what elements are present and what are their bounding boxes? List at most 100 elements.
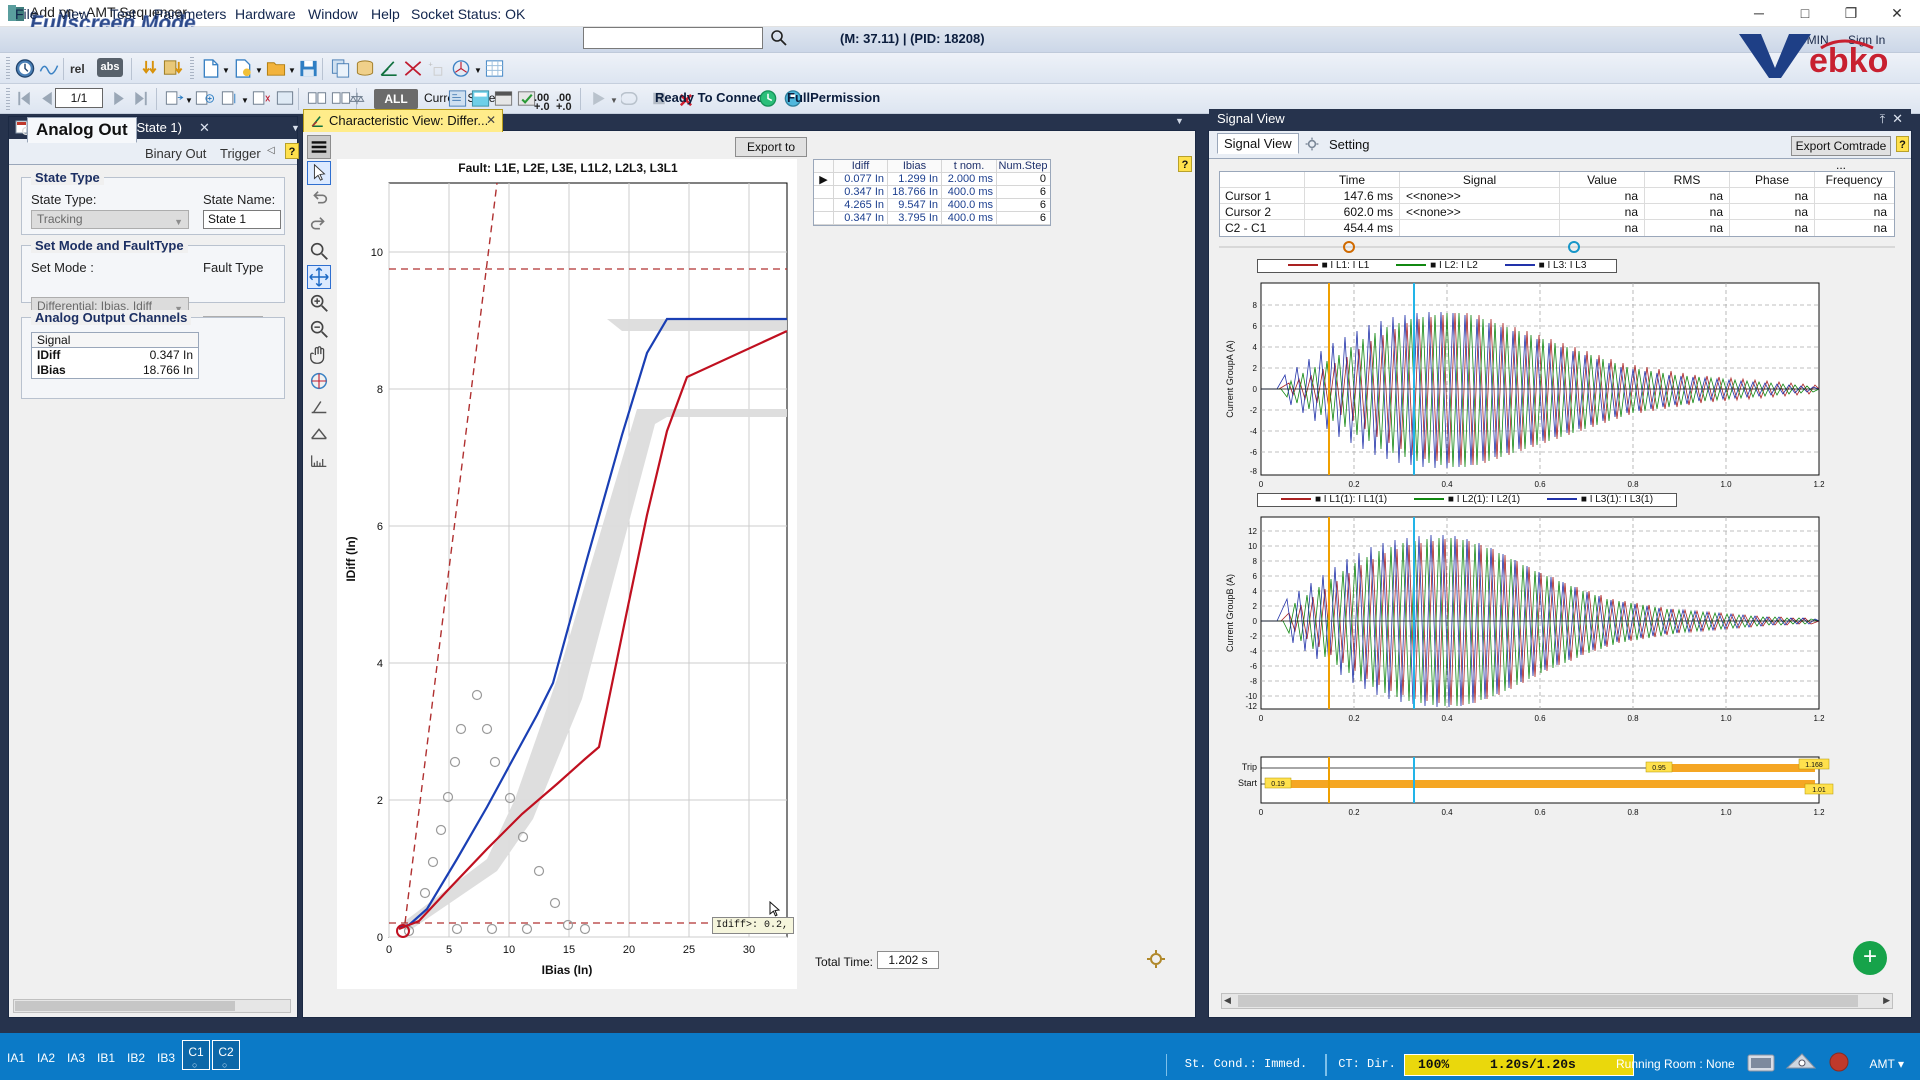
clock-icon[interactable] bbox=[14, 58, 36, 79]
play-icon[interactable] bbox=[587, 88, 609, 109]
list-report-icon[interactable] bbox=[493, 88, 515, 109]
table-row[interactable]: Cursor 1 147.6 ms <<none>> na na na na bbox=[1220, 188, 1894, 204]
toolbar-grip-2[interactable] bbox=[190, 57, 194, 80]
toolbar2-grip[interactable] bbox=[6, 88, 10, 111]
export-comtrade-button[interactable]: Export Comtrade ... bbox=[1791, 136, 1891, 156]
report-icon[interactable] bbox=[447, 88, 469, 109]
move-icon[interactable] bbox=[307, 265, 331, 289]
signal-view-help-badge[interactable]: ? bbox=[1896, 136, 1909, 152]
analog-output-channels-table[interactable]: Signal IDiff 0.347 In IBias 18.766 In bbox=[31, 332, 199, 379]
table-row[interactable]: Cursor 2 602.0 ms <<none>> na na na na bbox=[1220, 204, 1894, 220]
delete-state-icon[interactable] bbox=[250, 88, 272, 109]
state-type-select[interactable]: Tracking ▼ bbox=[31, 210, 189, 229]
duplicate-state-icon[interactable] bbox=[219, 88, 241, 109]
gear-icon-setting[interactable] bbox=[1305, 137, 1319, 151]
last-step-icon[interactable] bbox=[130, 88, 152, 109]
signal-view-close-button[interactable]: ✕ bbox=[1892, 111, 1903, 127]
decimal-decrease-icon-2[interactable]: +.0 bbox=[556, 101, 572, 113]
table-download-icon[interactable] bbox=[162, 58, 184, 79]
characteristic-view-tab[interactable]: Characteristic View: Differ... ✕ bbox=[303, 109, 503, 132]
insert-state-icon[interactable] bbox=[193, 88, 215, 109]
add-remove-icon[interactable]: + bbox=[426, 58, 448, 79]
device-icon[interactable] bbox=[1746, 1050, 1776, 1076]
abs-button[interactable]: abs bbox=[97, 58, 123, 77]
database-icon[interactable] bbox=[354, 58, 376, 79]
marker-icon[interactable] bbox=[307, 395, 331, 419]
save-state-icon[interactable] bbox=[274, 88, 296, 109]
ruler-icon[interactable] bbox=[307, 447, 331, 471]
decimal-decrease-icon[interactable]: +.0 bbox=[534, 101, 550, 113]
tab-binary-out[interactable]: Binary Out bbox=[139, 143, 212, 164]
characteristic-icon[interactable] bbox=[378, 58, 400, 79]
row-selector[interactable] bbox=[814, 199, 834, 211]
row-selector[interactable]: ▶ bbox=[814, 173, 834, 185]
binary-timeline-chart[interactable]: Trip Start 0.95 1.168 0.19 1.01 00.20.4 … bbox=[1219, 753, 1895, 833]
window-minimize-button[interactable]: ─ bbox=[1736, 0, 1782, 27]
menu-test[interactable]: Test bbox=[103, 4, 143, 24]
grid-table-icon[interactable] bbox=[484, 58, 506, 79]
search-icon[interactable] bbox=[770, 29, 788, 47]
characteristic-view-caret[interactable]: ▼ bbox=[1175, 116, 1184, 126]
page-indicator[interactable]: 1/1 bbox=[55, 88, 103, 108]
chevron-down-icon-3[interactable]: ▼ bbox=[288, 66, 296, 75]
export-csv-button[interactable]: Export to CSV bbox=[735, 137, 807, 157]
add-signal-button[interactable]: + bbox=[1853, 941, 1887, 975]
state-name-input[interactable]: State 1 bbox=[203, 210, 281, 229]
first-step-icon[interactable] bbox=[14, 88, 36, 109]
chevron-down-icon[interactable]: ▼ bbox=[222, 66, 230, 75]
new-from-template-icon[interactable] bbox=[232, 58, 254, 79]
pin-icon[interactable]: ⤒ bbox=[1880, 112, 1885, 127]
download-arrow-icon[interactable] bbox=[138, 58, 160, 79]
undo-icon[interactable] bbox=[307, 187, 331, 211]
save-icon[interactable] bbox=[298, 58, 320, 79]
window-close-button[interactable]: ✕ bbox=[1874, 0, 1920, 27]
steps-table[interactable]: Idiff Ibias t nom. Num.Step ▶ 0.077 In 1… bbox=[813, 159, 1051, 226]
characteristic-tab-close[interactable]: ✕ bbox=[486, 113, 496, 127]
menu-parameters[interactable]: Parameters bbox=[147, 4, 233, 24]
detail-view-horizontal-scrollbar[interactable] bbox=[13, 999, 291, 1013]
cursor-handle-strip[interactable] bbox=[1219, 239, 1895, 255]
detail-view-help-badge[interactable]: ? bbox=[285, 143, 299, 159]
menu-help[interactable]: Help bbox=[364, 4, 407, 24]
gear-icon[interactable] bbox=[1146, 949, 1166, 969]
menu-hardware[interactable]: Hardware bbox=[228, 4, 303, 24]
chart-current-group-b[interactable]: 12108 642 0-2-4 -6-8-10 -12 00.20.4 0.60… bbox=[1219, 513, 1895, 743]
search-input[interactable] bbox=[583, 27, 763, 49]
row-selector[interactable] bbox=[814, 186, 834, 198]
new-file-icon[interactable] bbox=[200, 58, 222, 79]
chevron-down-icon-6[interactable]: ▼ bbox=[241, 96, 249, 105]
measure-icon[interactable] bbox=[307, 421, 331, 445]
cursor1-signal[interactable]: <<none>> bbox=[1400, 188, 1560, 203]
channel-button-ia2[interactable]: IA2 bbox=[32, 1046, 60, 1068]
cursor2-signal[interactable]: <<none>> bbox=[1400, 204, 1560, 219]
tab-analog-out[interactable]: Analog Out bbox=[27, 117, 137, 143]
cursor-table[interactable]: Time Signal Value RMS Phase Frequency Cu… bbox=[1219, 171, 1895, 237]
redo-icon[interactable] bbox=[307, 213, 331, 237]
toolbar-grip[interactable] bbox=[6, 57, 10, 80]
pointer-icon[interactable] bbox=[307, 161, 331, 185]
window-restore-button[interactable]: ❐ bbox=[1828, 0, 1874, 27]
record-icon[interactable] bbox=[1826, 1050, 1852, 1074]
add-state-icon[interactable] bbox=[163, 88, 185, 109]
rel-button[interactable]: rel bbox=[70, 62, 85, 76]
chevron-down-icon-5[interactable]: ▼ bbox=[185, 96, 193, 105]
channel-button-ib3[interactable]: IB3 bbox=[152, 1046, 180, 1068]
tab-signal-view[interactable]: Signal View bbox=[1217, 133, 1299, 154]
menu-icon[interactable] bbox=[307, 135, 331, 159]
channel-button-ib1[interactable]: IB1 bbox=[92, 1046, 120, 1068]
characteristic-chart[interactable]: 024 6810 0510 152025 30 IBias (In) IDiff… bbox=[337, 159, 797, 989]
table-row[interactable]: 4.265 In 9.547 In 400.0 ms 6 bbox=[814, 199, 1050, 212]
characteristic-view-help-badge[interactable]: ? bbox=[1178, 156, 1192, 172]
window-maximize-button[interactable]: □ bbox=[1782, 0, 1828, 27]
channel-button-ia3[interactable]: IA3 bbox=[62, 1046, 90, 1068]
scroll-right-icon[interactable]: ▶ bbox=[1883, 995, 1890, 1006]
next-step-icon[interactable] bbox=[108, 88, 130, 109]
menu-file[interactable]: File bbox=[8, 4, 45, 24]
detail-view-menu-caret[interactable]: ▼ bbox=[291, 123, 300, 133]
target-icon[interactable] bbox=[307, 369, 331, 393]
chevron-down-icon-2[interactable]: ▼ bbox=[255, 66, 263, 75]
open-folder-icon[interactable] bbox=[265, 58, 287, 79]
amt-menu[interactable]: AMT ▾ bbox=[1870, 1057, 1904, 1071]
pan-icon[interactable] bbox=[307, 343, 331, 367]
zoom-icon[interactable] bbox=[307, 239, 331, 263]
